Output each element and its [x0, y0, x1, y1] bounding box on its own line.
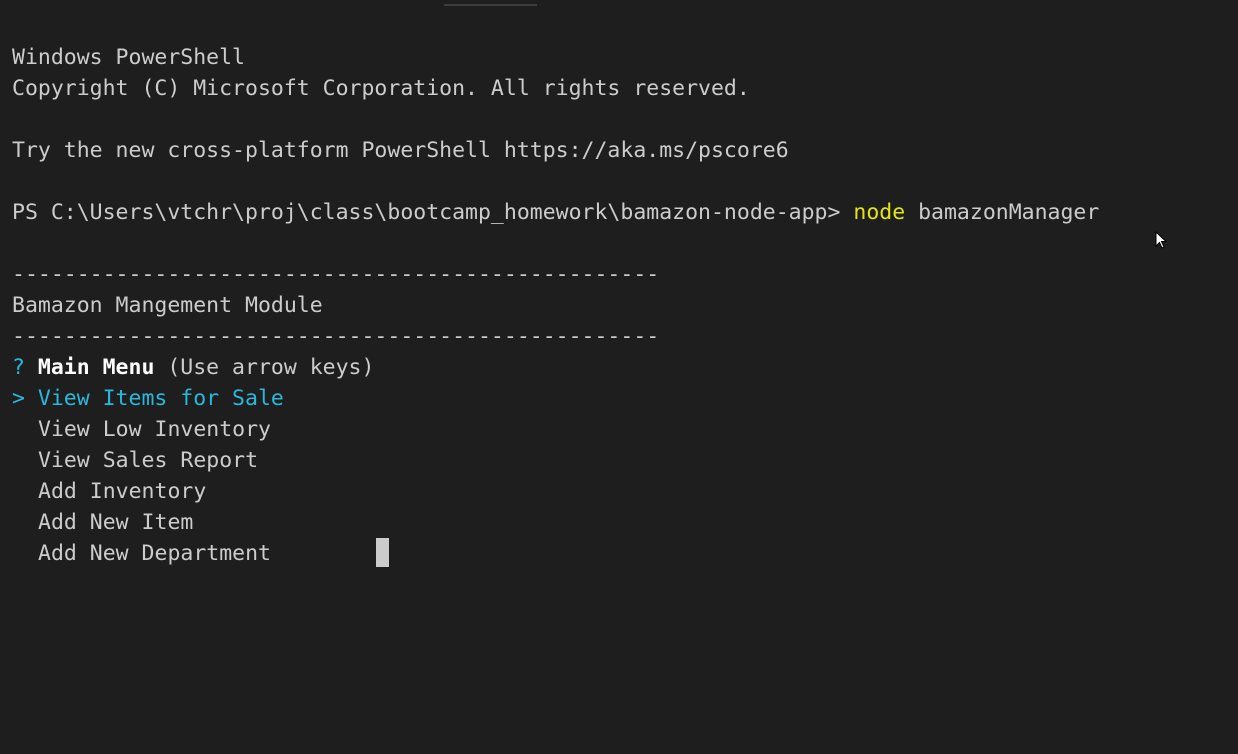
command-argument: bamazonManager [905, 200, 1100, 225]
command-prompt-line: PS C:\Users\vtchr\proj\class\bootcamp_ho… [12, 197, 1226, 228]
tab-indicator [444, 4, 537, 6]
menu-pointer: > [12, 386, 38, 411]
menu-item-add-new-department[interactable]: Add New Department [12, 538, 1226, 569]
menu-item-view-items-for-sale[interactable]: > View Items for Sale [12, 383, 1226, 414]
command-name: node [853, 200, 906, 225]
text-cursor [376, 538, 389, 567]
terminal-output[interactable]: Windows PowerShell Copyright (C) Microso… [12, 42, 1226, 569]
menu-item-label: View Items for Sale [37, 386, 284, 411]
banner-rule-bottom: ----------------------------------------… [12, 324, 660, 349]
menu-item-add-inventory[interactable]: Add Inventory [12, 476, 1226, 507]
menu-item-view-low-inventory[interactable]: View Low Inventory [12, 414, 1226, 445]
menu-hint: (Use arrow keys) [154, 355, 375, 380]
menu-item-view-sales-report[interactable]: View Sales Report [12, 445, 1226, 476]
banner-rule-top: ----------------------------------------… [12, 262, 660, 287]
question-mark: ? [12, 355, 38, 380]
powershell-title: Windows PowerShell [12, 45, 245, 70]
pscore-tip: Try the new cross-platform PowerShell ht… [12, 138, 789, 163]
banner-title: Bamazon Mangement Module [12, 293, 323, 318]
menu-question: Main Menu [37, 355, 155, 380]
menu-item-add-new-item[interactable]: Add New Item [12, 507, 1226, 538]
mouse-pointer-icon [1155, 231, 1168, 249]
copyright-line: Copyright (C) Microsoft Corporation. All… [12, 76, 750, 101]
menu-question-line: ? Main Menu (Use arrow keys) [12, 352, 1226, 383]
prompt-path: PS C:\Users\vtchr\proj\class\bootcamp_ho… [12, 200, 854, 225]
